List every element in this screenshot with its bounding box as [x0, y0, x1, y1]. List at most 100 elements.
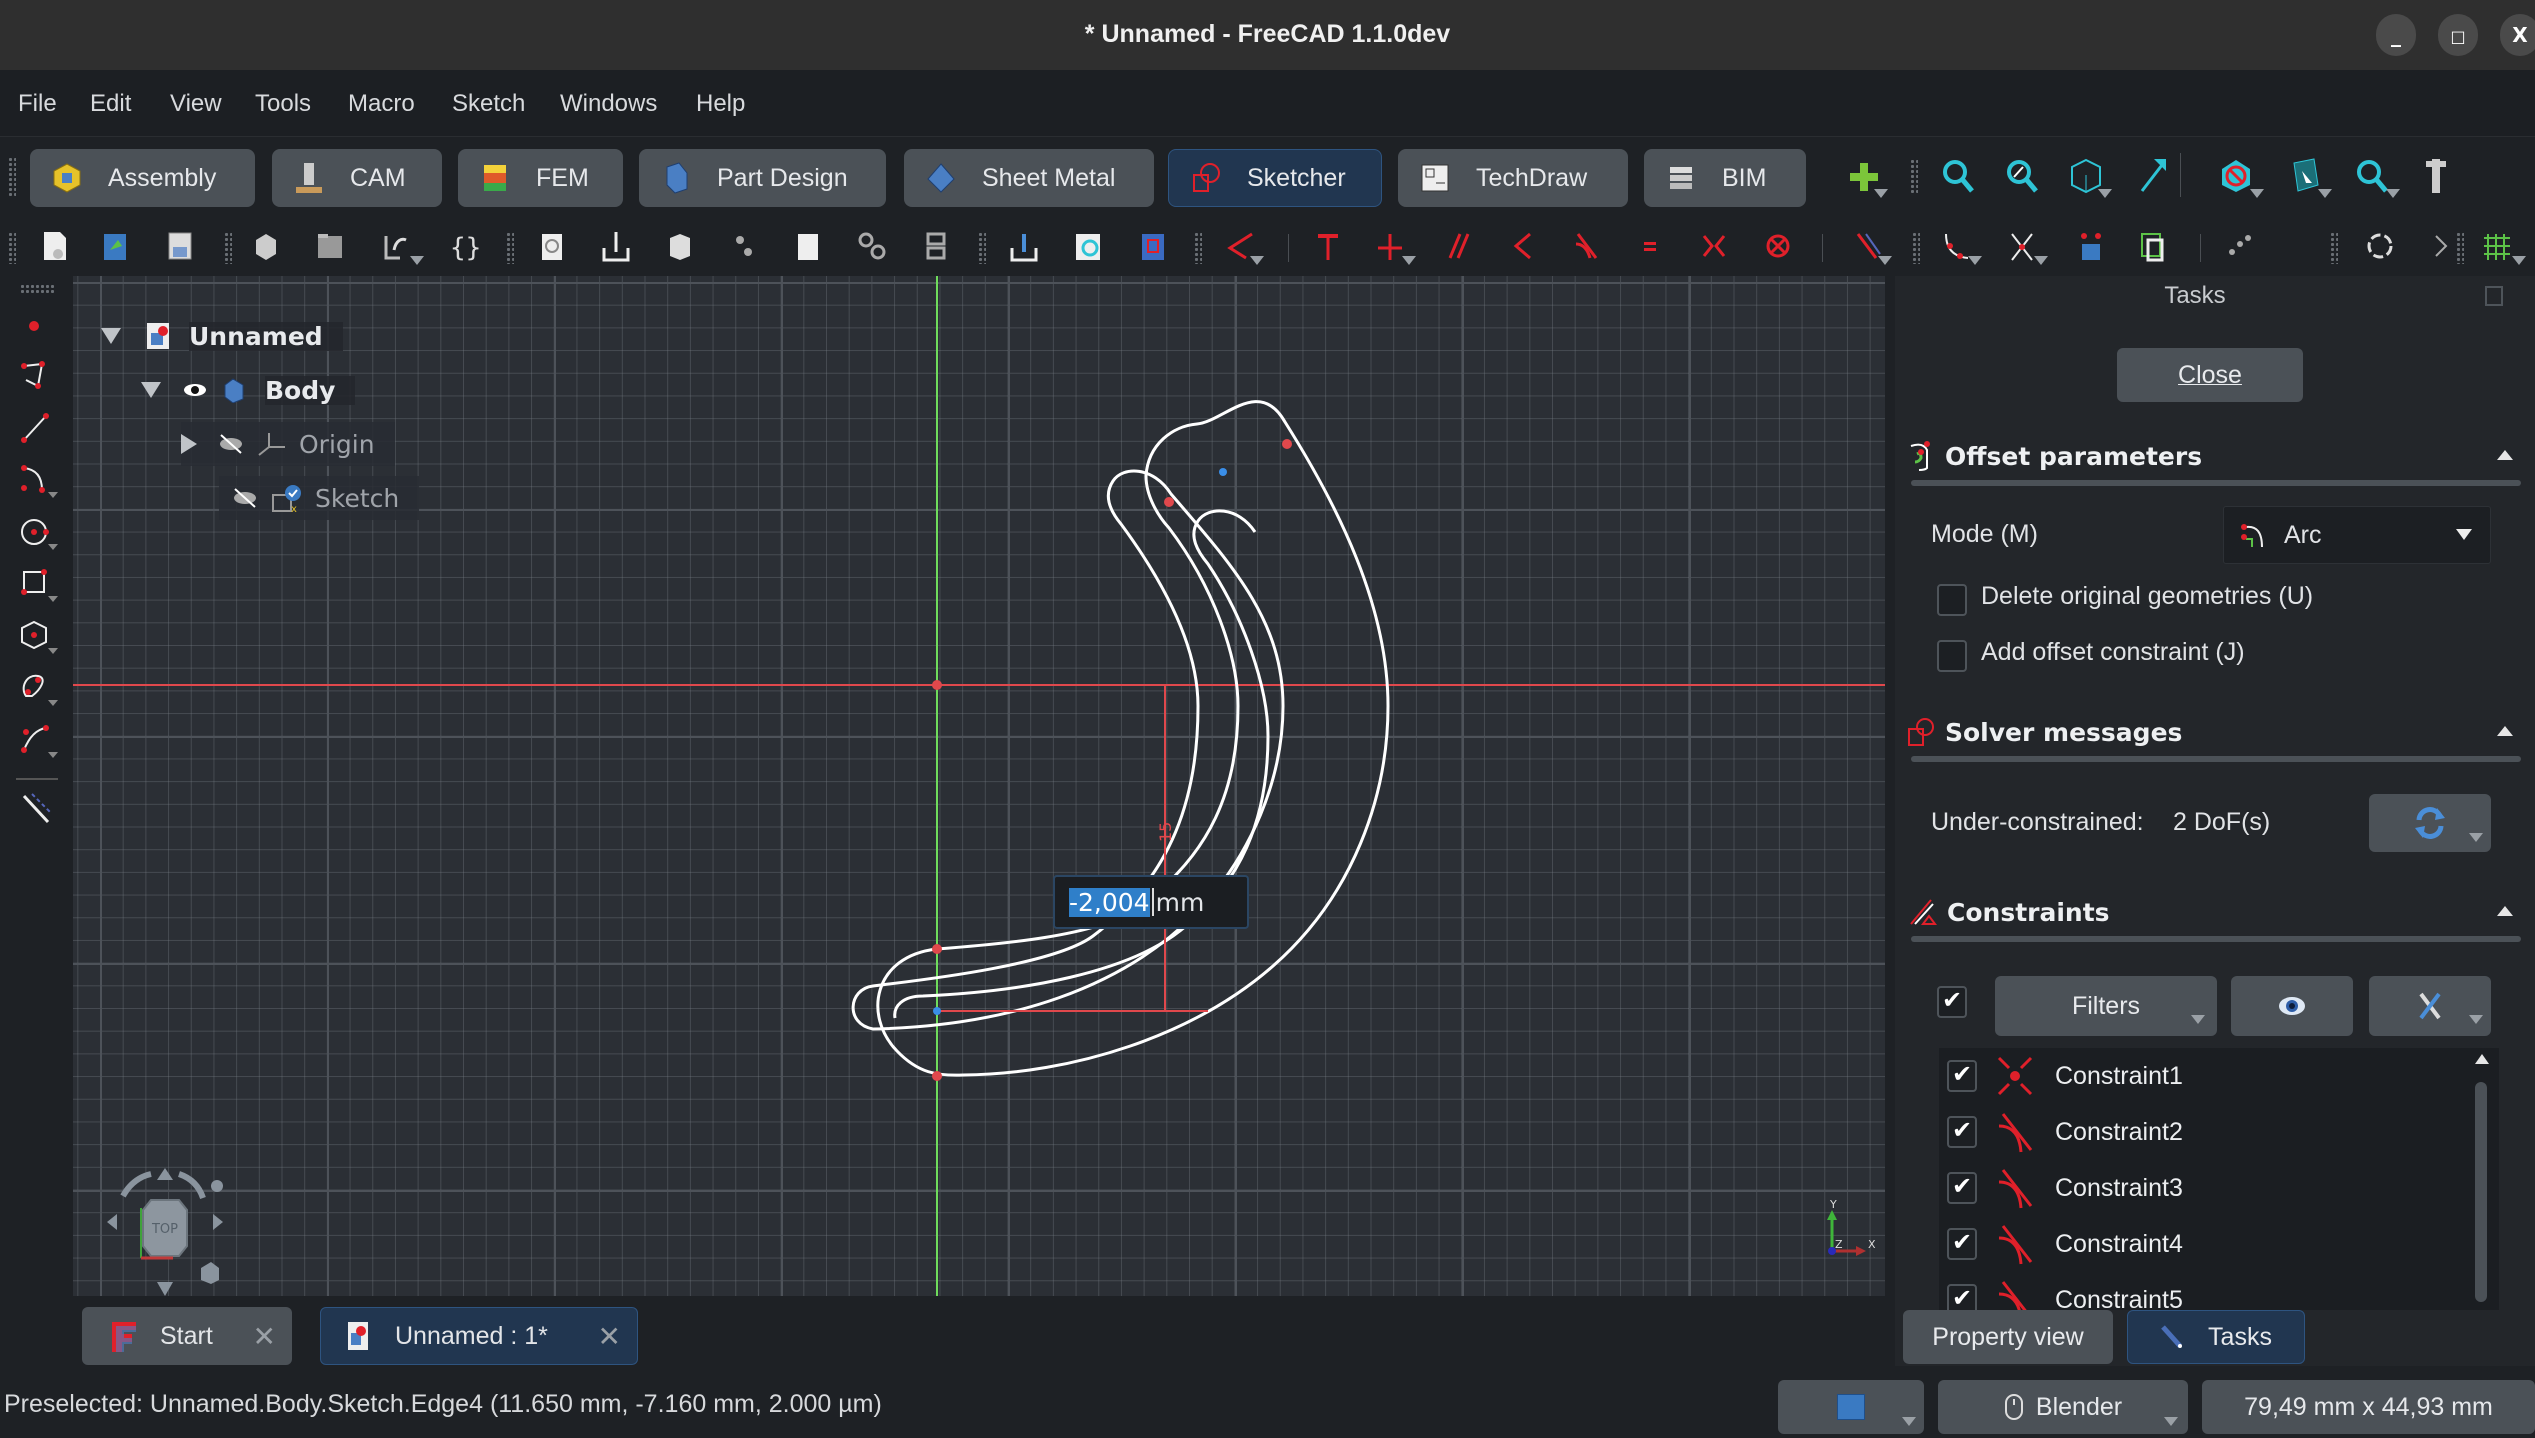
- caliper-icon[interactable]: [2424, 157, 2448, 195]
- chain-icon[interactable]: [856, 230, 888, 262]
- doc-tab-unnamed[interactable]: Unnamed : 1* ✕: [320, 1307, 638, 1365]
- point-tool-icon[interactable]: [18, 306, 58, 346]
- navigation-style-button[interactable]: Blender: [1938, 1380, 2188, 1434]
- constraint-checkbox[interactable]: [1947, 1172, 1977, 1204]
- scroll-up-icon[interactable]: [2475, 1054, 2489, 1064]
- clipping-icon[interactable]: [2218, 157, 2254, 195]
- arc-tool-icon[interactable]: [18, 460, 58, 500]
- chevron-down-icon[interactable]: [1874, 189, 1888, 198]
- box-select-icon[interactable]: [2286, 157, 2322, 195]
- chevron-down-icon[interactable]: [2386, 189, 2400, 198]
- constraint-checkbox[interactable]: [1947, 1116, 1977, 1148]
- links-icon[interactable]: [920, 230, 952, 262]
- rectangle-tool-icon[interactable]: [18, 564, 58, 604]
- chevron-down-icon[interactable]: [2512, 256, 2526, 265]
- constraint-perpendicular-icon[interactable]: [1506, 230, 1538, 262]
- chevron-right-icon[interactable]: [2426, 230, 2458, 262]
- close-tab-icon[interactable]: ✕: [253, 1320, 276, 1353]
- menu-help[interactable]: Help: [696, 90, 745, 118]
- part-icon[interactable]: [250, 230, 282, 262]
- polyline-tool-icon[interactable]: [18, 356, 58, 396]
- refresh-button[interactable]: [2369, 794, 2491, 852]
- constraint-checkbox[interactable]: [1947, 1284, 1977, 1310]
- constraint-checkbox[interactable]: [1947, 1060, 1977, 1092]
- constraint-checkbox[interactable]: [1947, 1228, 1977, 1260]
- tree-item-body[interactable]: Body: [141, 368, 356, 412]
- mode-select[interactable]: Arc: [2223, 506, 2491, 564]
- toolbar-grip[interactable]: [2456, 232, 2464, 264]
- chevron-down-icon[interactable]: [2098, 189, 2112, 198]
- bspline-icon[interactable]: [2224, 230, 2256, 262]
- validate-sketch-icon[interactable]: [792, 230, 824, 262]
- line-tool-icon[interactable]: [18, 408, 58, 448]
- hidden-eye-icon[interactable]: [233, 487, 259, 509]
- menu-macro[interactable]: Macro: [348, 90, 415, 118]
- toolbar-grip[interactable]: [1912, 232, 1920, 264]
- import-icon[interactable]: [600, 230, 632, 262]
- bspline-tool-icon[interactable]: [18, 720, 58, 760]
- clone-icon[interactable]: [664, 230, 696, 262]
- shape-binder-icon[interactable]: [536, 230, 568, 262]
- tab-property-view[interactable]: Property view: [1903, 1310, 2113, 1364]
- toolbar-grip[interactable]: [224, 232, 232, 264]
- collapse-icon[interactable]: [2497, 906, 2513, 916]
- minimize-button[interactable]: _: [2376, 14, 2416, 56]
- constraint-row[interactable]: Constraint5: [1939, 1272, 2479, 1310]
- workbench-assembly[interactable]: Assembly: [30, 149, 255, 207]
- toolbar-grip[interactable]: [20, 284, 56, 294]
- carbon-copy-icon[interactable]: [2138, 230, 2170, 262]
- solver-messages-header[interactable]: Solver messages: [1907, 708, 2517, 756]
- menu-sketch[interactable]: Sketch: [452, 90, 525, 118]
- constraint-coincident-icon[interactable]: [1312, 230, 1344, 262]
- settings-button[interactable]: [2369, 976, 2491, 1036]
- constraints-list[interactable]: Constraint1 Constraint2 Constraint3 Cons…: [1939, 1048, 2499, 1310]
- maximize-button[interactable]: □: [2438, 14, 2478, 56]
- workbench-bim[interactable]: BIM: [1644, 149, 1806, 207]
- constraint-tangent-icon[interactable]: [1570, 230, 1602, 262]
- workbench-cam[interactable]: CAM: [272, 149, 442, 207]
- zoom-fit-icon[interactable]: [1940, 157, 1976, 195]
- constraint-row[interactable]: Constraint2: [1939, 1104, 2479, 1160]
- eye-icon[interactable]: [183, 382, 207, 398]
- navigation-cube[interactable]: TOP: [93, 1156, 233, 1296]
- subshape-binder-icon[interactable]: [728, 230, 760, 262]
- toolbar-grip[interactable]: [8, 157, 16, 197]
- constraints-header[interactable]: Constraints: [1907, 888, 2517, 936]
- tree-item-origin[interactable]: Origin: [181, 422, 395, 466]
- chevron-down-icon[interactable]: [1250, 256, 1264, 265]
- chevron-down-icon[interactable]: [2318, 189, 2332, 198]
- expand-arrow-icon[interactable]: [141, 382, 161, 398]
- toolbar-grip[interactable]: [978, 232, 986, 264]
- toolbar-grip[interactable]: [2330, 232, 2338, 264]
- doc-tab-start[interactable]: Start ✕: [82, 1307, 292, 1365]
- open-document-icon[interactable]: [100, 230, 132, 262]
- circle-tool-icon[interactable]: [18, 512, 58, 552]
- collapse-icon[interactable]: [2497, 726, 2513, 736]
- float-panel-icon[interactable]: [2485, 286, 2503, 306]
- zoom-refresh-icon[interactable]: [2354, 157, 2390, 195]
- tab-tasks[interactable]: Tasks: [2127, 1310, 2305, 1364]
- slot-tool-icon[interactable]: [18, 668, 58, 708]
- toolbar-grip[interactable]: [1910, 159, 1918, 195]
- constraint-row[interactable]: Constraint3: [1939, 1160, 2479, 1216]
- filters-button[interactable]: Filters: [1995, 976, 2217, 1036]
- constraint-symmetric-icon[interactable]: [1698, 230, 1730, 262]
- grid-icon[interactable]: [2480, 230, 2512, 262]
- chevron-down-icon[interactable]: [1968, 256, 1982, 265]
- workbench-sheet-metal[interactable]: Sheet Metal: [904, 149, 1154, 207]
- constraint-row[interactable]: Constraint4: [1939, 1216, 2479, 1272]
- tree-item-unnamed[interactable]: Unnamed: [101, 314, 343, 358]
- expand-arrow-icon[interactable]: [181, 434, 197, 454]
- scrollbar-thumb[interactable]: [2475, 1082, 2487, 1302]
- workbench-techdraw[interactable]: TechDraw: [1398, 149, 1628, 207]
- new-document-icon[interactable]: [38, 230, 70, 262]
- offset-parameters-header[interactable]: Offset parameters: [1907, 432, 2517, 480]
- close-tab-icon[interactable]: ✕: [598, 1320, 621, 1353]
- expand-arrow-icon[interactable]: [101, 328, 121, 344]
- view-section-icon[interactable]: [1136, 230, 1168, 262]
- export-icon[interactable]: [1008, 230, 1040, 262]
- menu-windows[interactable]: Windows: [560, 90, 657, 118]
- zoom-selection-icon[interactable]: [2004, 157, 2040, 195]
- save-icon[interactable]: [164, 230, 196, 262]
- view-sketch-icon[interactable]: [1072, 230, 1104, 262]
